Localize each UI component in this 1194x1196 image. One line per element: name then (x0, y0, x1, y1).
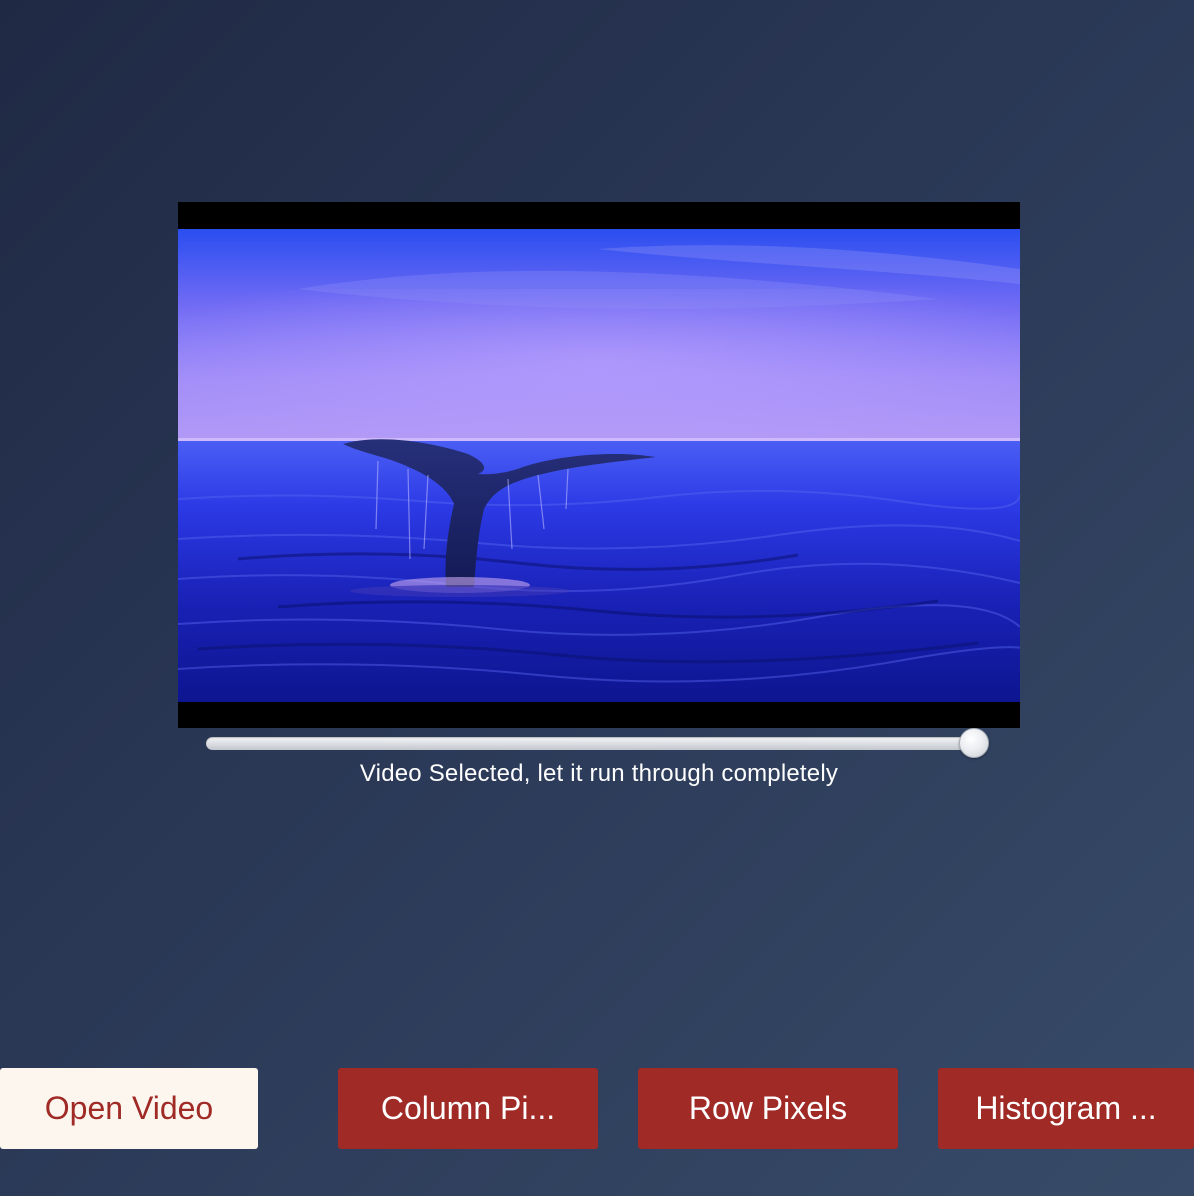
status-label: Video Selected, let it run through compl… (359, 760, 839, 787)
row-pixels-button[interactable]: Row Pixels (638, 1068, 898, 1149)
video-seek-slider[interactable] (206, 728, 996, 758)
column-pixels-button[interactable]: Column Pi... (338, 1068, 598, 1149)
video-frame-image (178, 229, 1020, 702)
slider-track[interactable] (206, 737, 986, 750)
video-player[interactable] (178, 202, 1020, 728)
slider-thumb[interactable] (959, 728, 989, 758)
histogram-button[interactable]: Histogram ... (938, 1068, 1194, 1149)
open-video-button[interactable]: Open Video (0, 1068, 258, 1149)
